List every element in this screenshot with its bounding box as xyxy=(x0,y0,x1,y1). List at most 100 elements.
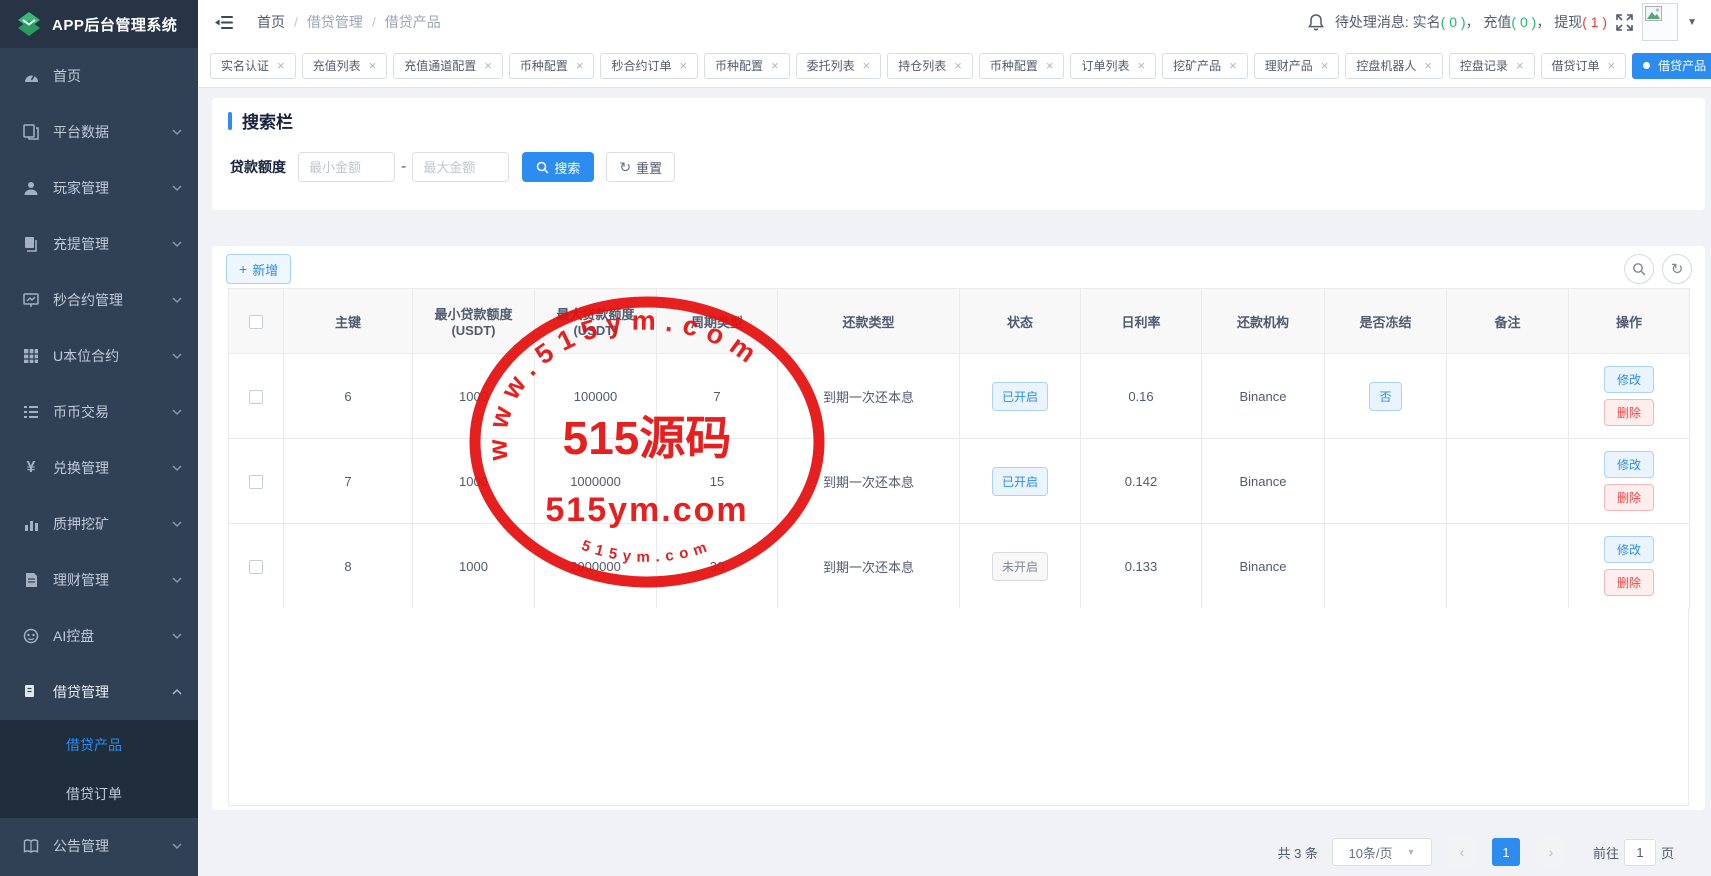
tab-licai-chanpin[interactable]: 理财产品× xyxy=(1254,53,1340,79)
avatar[interactable] xyxy=(1642,3,1678,41)
tab-kongpan-jilu[interactable]: 控盘记录× xyxy=(1449,53,1535,79)
status-badge: 未开启 xyxy=(992,552,1048,581)
sidebar-item-exchange[interactable]: ¥ 兑换管理 xyxy=(0,440,198,496)
header-repay-org: 还款机构 xyxy=(1202,289,1325,354)
app-logo-icon xyxy=(16,11,42,37)
bell-icon[interactable] xyxy=(1308,14,1324,31)
sidebar-item-lending-orders[interactable]: 借贷订单 xyxy=(0,769,198,818)
close-icon[interactable]: × xyxy=(277,59,285,72)
close-icon[interactable]: × xyxy=(1424,59,1432,72)
chevron-down-icon xyxy=(172,127,182,137)
close-icon[interactable]: × xyxy=(1321,59,1329,72)
header-daily-rate: 日利率 xyxy=(1081,289,1202,354)
tab-bizhong-peizhi-1[interactable]: 币种配置× xyxy=(509,53,595,79)
min-amount-input[interactable] xyxy=(298,152,395,182)
sidebar-item-coin-trade[interactable]: 币币交易 xyxy=(0,384,198,440)
grid-icon xyxy=(22,347,40,365)
tab-dingdan-liebiao[interactable]: 订单列表× xyxy=(1070,53,1156,79)
sidebar-item-lending-products[interactable]: 借贷产品 xyxy=(0,720,198,769)
tab-wakuang-chanpin[interactable]: 挖矿产品× xyxy=(1162,53,1248,79)
cell-actions: 修改 删除 xyxy=(1569,524,1690,609)
sidebar-item-lending[interactable]: 借贷管理 xyxy=(0,664,198,720)
sidebar-item-deposit-withdraw[interactable]: 充提管理 xyxy=(0,216,198,272)
header-repay-type: 还款类型 xyxy=(778,289,960,354)
sidebar-item-wealth-management[interactable]: 理财管理 xyxy=(0,552,198,608)
sidebar-item-staking-mining[interactable]: 质押挖矿 xyxy=(0,496,198,552)
prev-page-button[interactable]: ‹ xyxy=(1448,838,1476,866)
page-size-select[interactable]: 10条/页 ▼ xyxy=(1332,838,1432,866)
user-menu-caret-icon[interactable]: ▼ xyxy=(1687,17,1697,28)
delete-button[interactable]: 删除 xyxy=(1604,569,1654,596)
close-icon[interactable]: × xyxy=(1229,59,1237,72)
breadcrumb-home[interactable]: 首页 xyxy=(257,12,285,32)
tab-jiedai-dingdan[interactable]: 借贷订单× xyxy=(1541,53,1627,79)
close-icon[interactable]: × xyxy=(484,59,492,72)
column-search-button[interactable] xyxy=(1624,254,1654,284)
max-amount-input[interactable] xyxy=(412,152,509,182)
collapse-sidebar-icon[interactable] xyxy=(215,15,234,30)
refresh-button[interactable]: ↻ xyxy=(1662,254,1692,284)
row-checkbox[interactable] xyxy=(249,475,263,489)
row-checkbox[interactable] xyxy=(249,560,263,574)
close-icon[interactable]: × xyxy=(954,59,962,72)
sidebar-item-label: 币币交易 xyxy=(53,402,109,422)
close-icon[interactable]: × xyxy=(1046,59,1054,72)
breadcrumb-lending-products[interactable]: 借贷产品 xyxy=(385,12,441,32)
search-button[interactable]: 搜索 xyxy=(522,152,594,182)
tab-chongzhi-liebiao[interactable]: 充值列表× xyxy=(302,53,388,79)
sidebar-item-player-management[interactable]: 玩家管理 xyxy=(0,160,198,216)
tab-chongzhi-tongdao[interactable]: 充值通道配置× xyxy=(393,53,503,79)
delete-button[interactable]: 删除 xyxy=(1604,484,1654,511)
fullscreen-icon[interactable] xyxy=(1616,14,1633,31)
edit-button[interactable]: 修改 xyxy=(1604,451,1654,478)
tab-weituo-liebiao[interactable]: 委托列表× xyxy=(796,53,882,79)
chevron-down-icon xyxy=(172,519,182,529)
close-icon[interactable]: × xyxy=(679,59,687,72)
table-row: 8 1000 2000000 30 到期一次还本息 未开启 0.133 Bina… xyxy=(229,524,1690,609)
pending-name: 充值 xyxy=(1483,14,1511,30)
close-icon[interactable]: × xyxy=(863,59,871,72)
tab-bizhong-peizhi-3[interactable]: 币种配置× xyxy=(979,53,1065,79)
cell-frozen xyxy=(1325,524,1447,609)
tab-bizhong-peizhi-2[interactable]: 币种配置× xyxy=(704,53,790,79)
sidebar-item-label: 质押挖矿 xyxy=(53,514,109,534)
sidebar-item-ai-control[interactable]: AI控盘 xyxy=(0,608,198,664)
row-checkbox[interactable] xyxy=(249,390,263,404)
cell-org: Binance xyxy=(1202,439,1325,524)
edit-button[interactable]: 修改 xyxy=(1604,536,1654,563)
page-1-button[interactable]: 1 xyxy=(1492,838,1520,866)
tab-kongpan-jiqiren[interactable]: 控盘机器人× xyxy=(1345,53,1443,79)
tab-shiming-renzheng[interactable]: 实名认证 × xyxy=(210,53,296,79)
tab-miaoheyue-dingdan[interactable]: 秒合约订单× xyxy=(600,53,698,79)
sidebar-item-platform-data[interactable]: 平台数据 xyxy=(0,104,198,160)
sidebar-item-seconds-contract[interactable]: 秒合约管理 xyxy=(0,272,198,328)
close-icon[interactable]: × xyxy=(1516,59,1524,72)
close-icon[interactable]: × xyxy=(1138,59,1146,72)
row-select-cell xyxy=(229,354,284,439)
close-icon[interactable]: × xyxy=(771,59,779,72)
next-page-button[interactable]: › xyxy=(1537,838,1565,866)
search-panel-title-text: 搜索栏 xyxy=(242,108,293,133)
goto-page-input[interactable] xyxy=(1624,839,1656,866)
delete-button[interactable]: 删除 xyxy=(1604,399,1654,426)
add-button[interactable]: + 新增 xyxy=(226,254,291,284)
select-all-checkbox[interactable] xyxy=(249,315,263,329)
cell-repay: 到期一次还本息 xyxy=(778,439,960,524)
tab-chicang-liebiao[interactable]: 持仓列表× xyxy=(887,53,973,79)
table-row: 7 1000 1000000 15 到期一次还本息 已开启 0.142 Bina… xyxy=(229,439,1690,524)
open-tabs-bar: 实名认证 × 充值列表× 充值通道配置× 币种配置× 秒合约订单× 币种配置× 委… xyxy=(198,44,1711,88)
sidebar-item-announcements[interactable]: 公告管理 xyxy=(0,818,198,874)
cell-rate: 0.142 xyxy=(1081,439,1202,524)
close-icon[interactable]: × xyxy=(369,59,377,72)
goto-label: 前往 xyxy=(1593,843,1619,862)
sidebar-item-home[interactable]: 首页 xyxy=(0,48,198,104)
close-icon[interactable]: × xyxy=(576,59,584,72)
sidebar-item-usdt-contract[interactable]: U本位合约 xyxy=(0,328,198,384)
tab-label: 实名认证 xyxy=(221,57,269,74)
reset-button[interactable]: ↻ 重置 xyxy=(606,152,675,182)
edit-button[interactable]: 修改 xyxy=(1604,366,1654,393)
close-icon[interactable]: × xyxy=(1608,59,1616,72)
tab-jiedai-chanpin-active[interactable]: 借贷产品× xyxy=(1632,53,1711,79)
breadcrumb-lending[interactable]: 借贷管理 xyxy=(307,12,363,32)
cell-cycle: 7 xyxy=(657,354,778,439)
